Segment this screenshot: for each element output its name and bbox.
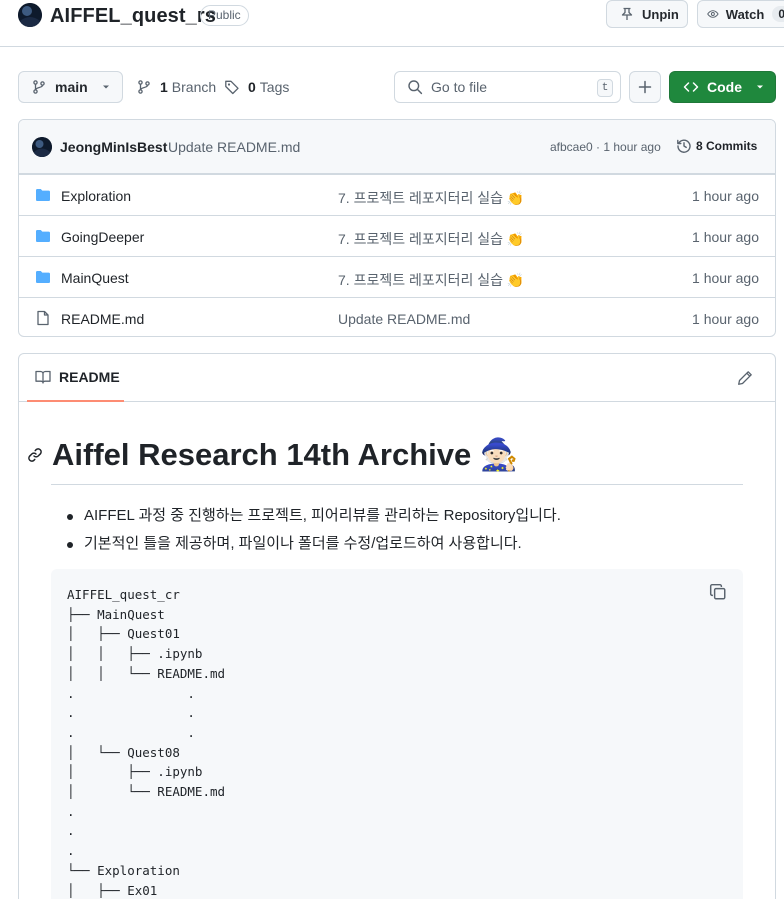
commit-message[interactable]: Update README.md: [168, 139, 300, 155]
file-row[interactable]: Exploration 7. 프로젝트 레포지터리 실습 👏 1 hour ag…: [19, 174, 775, 215]
watch-button[interactable]: Watch 0: [697, 0, 784, 28]
code-icon: [683, 82, 699, 92]
file-updated-time: 1 hour ago: [692, 229, 759, 245]
list-item: 기본적인 틀을 제공하며, 파일이나 폴더를 수정/업로드하여 사용합니다.: [67, 530, 561, 558]
chevron-down-icon: [757, 85, 763, 89]
eye-icon: [707, 10, 719, 18]
branch-icon: [33, 80, 45, 94]
commits-history-link[interactable]: 8 Commits: [676, 138, 757, 154]
file-name[interactable]: README.md: [61, 311, 144, 327]
readme-title: Aiffel Research 14th Archive 🧙🏻: [52, 437, 519, 472]
unpin-label: Unpin: [642, 6, 679, 22]
list-item: AIFFEL 과정 중 진행하는 프로젝트, 피어리뷰를 관리하는 Reposi…: [67, 502, 561, 530]
code-block: AIFFEL_quest_cr ├── MainQuest │ ├── Ques…: [51, 569, 743, 899]
readme-panel: README Aiffel Research 14th Archive 🧙🏻 A…: [18, 353, 776, 899]
readme-bullet-list: AIFFEL 과정 중 진행하는 프로젝트, 피어리뷰를 관리하는 Reposi…: [67, 502, 561, 558]
heading-divider: [51, 484, 743, 485]
add-file-button[interactable]: [629, 71, 661, 103]
visibility-badge: Public: [200, 5, 249, 26]
latest-commit-bar: JeongMinIsBest Update README.md afbcae0 …: [19, 120, 775, 174]
commit-author[interactable]: JeongMinIsBest: [60, 139, 167, 155]
branch-icon: [138, 80, 150, 94]
file-commit-message[interactable]: 7. 프로젝트 레포지터리 실습 👏: [338, 229, 524, 249]
file-row[interactable]: README.md Update README.md 1 hour ago: [19, 297, 775, 336]
repo-name[interactable]: AIFFEL_quest_rs: [50, 5, 216, 28]
watch-count: 0: [772, 6, 784, 22]
branches-label: Branch: [171, 79, 217, 95]
repo-header: AIFFEL_quest_rs Public Unpin Watch 0: [0, 0, 784, 47]
code-button[interactable]: Code: [669, 71, 776, 103]
file-updated-time: 1 hour ago: [692, 311, 759, 327]
folder-icon: [36, 189, 50, 201]
folder-icon: [36, 271, 50, 283]
commits-count: 8 Commits: [696, 139, 758, 153]
link-icon[interactable]: [27, 447, 43, 463]
file-name[interactable]: MainQuest: [61, 270, 129, 286]
branches-link[interactable]: 1 Branch: [136, 71, 216, 103]
tab-readme[interactable]: README: [27, 354, 124, 402]
file-commit-message[interactable]: 7. 프로젝트 레포지터리 실습 👏: [338, 270, 524, 290]
code-label: Code: [707, 79, 742, 95]
file-table: JeongMinIsBest Update README.md afbcae0 …: [18, 119, 776, 337]
owner-avatar[interactable]: [18, 3, 42, 27]
file-row[interactable]: GoingDeeper 7. 프로젝트 레포지터리 실습 👏 1 hour ag…: [19, 215, 775, 256]
search-icon: [408, 80, 423, 95]
search-input[interactable]: [431, 79, 591, 95]
watch-label: Watch: [725, 6, 765, 22]
go-to-file-search[interactable]: t: [394, 71, 621, 103]
file-updated-time: 1 hour ago: [692, 188, 759, 204]
branch-name: main: [55, 79, 88, 95]
copy-icon[interactable]: [709, 583, 727, 601]
author-avatar[interactable]: [32, 137, 52, 157]
unpin-button[interactable]: Unpin: [606, 0, 688, 28]
pin-icon: [621, 7, 633, 20]
directory-tree-code: AIFFEL_quest_cr ├── MainQuest │ ├── Ques…: [67, 587, 226, 898]
file-name[interactable]: GoingDeeper: [61, 229, 144, 245]
file-name[interactable]: Exploration: [61, 188, 131, 204]
history-icon: [677, 139, 691, 153]
tags-link[interactable]: 0 Tags: [224, 71, 289, 103]
file-icon: [37, 310, 49, 326]
keyboard-shortcut-hint: t: [597, 79, 613, 97]
chevron-down-icon: [102, 85, 109, 89]
tags-label: Tags: [259, 79, 290, 95]
folder-icon: [36, 230, 50, 242]
file-commit-message[interactable]: 7. 프로젝트 레포지터리 실습 👏: [338, 188, 524, 208]
file-commit-message[interactable]: Update README.md: [338, 311, 470, 327]
branches-count: 1: [160, 79, 168, 95]
tags-count: 0: [248, 79, 256, 95]
plus-icon: [638, 80, 652, 94]
branch-selector[interactable]: main: [18, 71, 123, 103]
tag-icon: [225, 80, 239, 95]
commit-hash-time[interactable]: afbcae0 · 1 hour ago: [550, 140, 661, 154]
book-icon: [35, 370, 51, 384]
file-updated-time: 1 hour ago: [692, 270, 759, 286]
pencil-icon[interactable]: [737, 370, 753, 386]
readme-header: README: [19, 354, 775, 402]
readme-tab-label: README: [59, 369, 120, 385]
file-row[interactable]: MainQuest 7. 프로젝트 레포지터리 실습 👏 1 hour ago: [19, 256, 775, 297]
